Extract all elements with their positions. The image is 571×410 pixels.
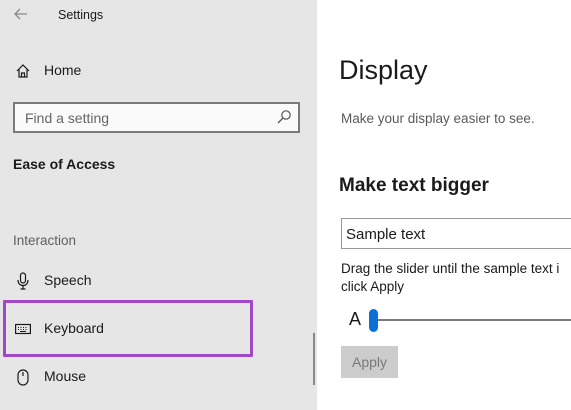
nav-scrollbar[interactable] <box>313 333 315 385</box>
text-size-slider-track[interactable] <box>374 319 571 321</box>
instruction-line: click Apply <box>341 279 405 294</box>
back-arrow-icon <box>14 8 27 20</box>
nav-item-home[interactable]: Home <box>4 49 252 93</box>
title-bar: Settings <box>0 0 317 32</box>
sample-text: Sample text <box>346 226 426 243</box>
search-box[interactable] <box>13 102 300 133</box>
sample-text-box: Sample text <box>341 218 571 249</box>
instruction-line: Drag the slider until the sample text i <box>341 261 560 276</box>
text-size-slider-thumb[interactable] <box>369 309 378 332</box>
page-subtitle: Make your display easier to see. <box>341 111 535 126</box>
microphone-icon <box>13 271 33 291</box>
search-input[interactable] <box>25 104 265 131</box>
mouse-icon <box>13 367 33 387</box>
apply-button[interactable]: Apply <box>341 346 398 378</box>
nav-item-mouse[interactable]: Mouse <box>4 355 252 399</box>
home-icon <box>13 61 33 81</box>
slider-label: A <box>349 309 362 329</box>
settings-window: Settings Home Ease of Access Interaction <box>0 0 571 410</box>
search-icon[interactable] <box>276 109 292 125</box>
nav-item-label: Mouse <box>44 368 87 384</box>
window-title: Settings <box>58 8 104 22</box>
group-label-interaction: Interaction <box>13 233 77 248</box>
navigation-pane: Settings Home Ease of Access Interaction <box>0 0 317 410</box>
nav-item-speech[interactable]: Speech <box>4 259 252 303</box>
selection-highlight <box>3 300 253 357</box>
section-heading: Ease of Access <box>13 156 116 172</box>
nav-item-label: Home <box>44 62 82 78</box>
section-title: Make text bigger <box>339 175 489 196</box>
page-title: Display <box>339 55 428 85</box>
main-content: Display Make your display easier to see.… <box>317 0 571 410</box>
nav-item-label: Speech <box>44 272 92 288</box>
slider-instructions: Drag the slider until the sample text i … <box>341 260 571 296</box>
back-button[interactable] <box>10 3 32 25</box>
